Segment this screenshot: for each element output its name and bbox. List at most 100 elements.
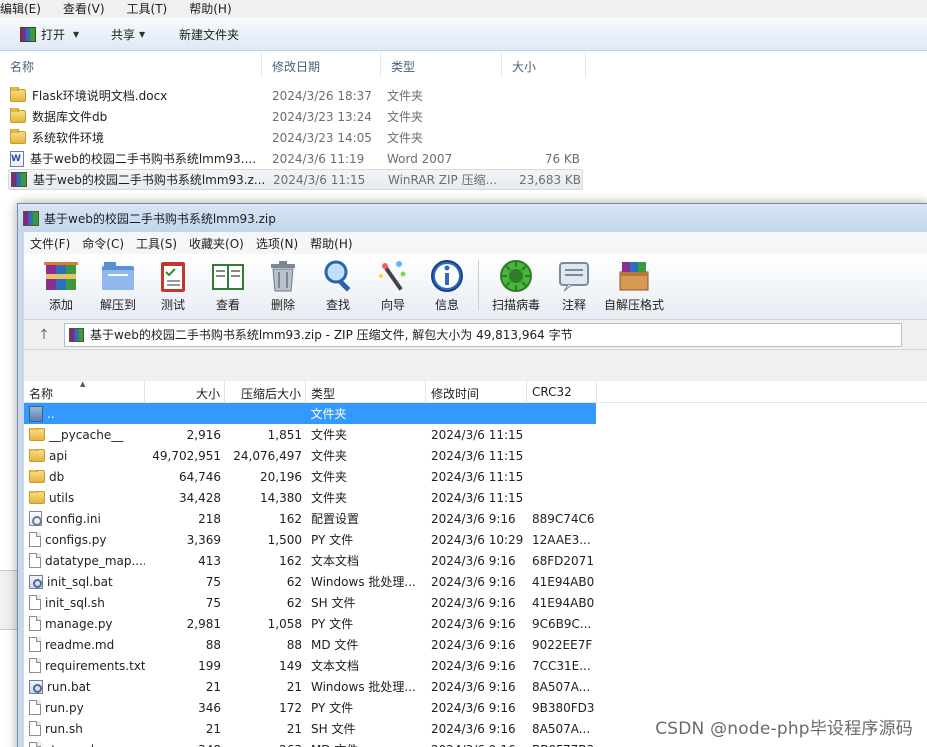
file-row[interactable]: 基于web的校园二手书购书系统lmm93.... 2024/3/6 11:19 … (8, 148, 583, 169)
file-icon (29, 595, 41, 610)
file-name: 基于web的校园二手书购书系统lmm93.... (30, 152, 257, 166)
archive-row[interactable]: api 49,702,951 24,076,497 文件夹 2024/3/6 11:15 (24, 445, 927, 466)
col-header-name-label: 名称 (29, 387, 54, 401)
col-header-date[interactable]: 修改日期 (262, 52, 381, 78)
col-header-type[interactable]: 类型 (381, 52, 502, 78)
col-header-type[interactable]: 类型 (306, 381, 426, 403)
archive-cell-size: 413 (198, 553, 221, 568)
archive-cell-crc32: BB0F77B3 (527, 743, 597, 747)
archive-file-name: manage.py (45, 616, 113, 631)
find-label: 查找 (325, 298, 350, 312)
archive-row[interactable]: init_sql.sh 75 62 SH 文件 2024/3/6 9:16 41E94AB… (24, 592, 927, 613)
file-row[interactable]: Flask环境说明文档.docx 2024/3/26 18:37 文件夹 (8, 85, 583, 106)
archive-row[interactable]: requirements.txt 199 149 文本文档 2024/3/6 9:16 7… (24, 655, 927, 676)
col-header-name[interactable]: 名称 ▲ (24, 380, 145, 403)
col-header-name[interactable]: 名称 (0, 52, 262, 78)
up-arrow-icon[interactable]: ↑ (24, 327, 64, 343)
archive-row[interactable]: readme.md 88 88 MD 文件 2024/3/6 9:16 9022EE7F (24, 634, 927, 655)
archive-cell-modified: 2024/3/6 11:15 (431, 469, 524, 484)
archive-row[interactable]: step.md 348263MD 文件2024/3/6 9:16BB0F77B3 (24, 739, 927, 747)
add-button[interactable]: 添加 (32, 258, 90, 314)
archive-cell-crc32: 9C6B9C... (532, 616, 592, 631)
archive-cell-packed-size: 162 (279, 511, 302, 526)
archive-cell-type: 文件夹 (310, 407, 347, 421)
file-type: WinRAR ZIP 压缩... (388, 173, 498, 187)
archive-cell-type: SH 文件 (311, 596, 356, 610)
wizard-button[interactable]: 向导 (366, 258, 420, 314)
archive-cell-packed-size: 88 (286, 637, 302, 652)
archive-row-selected[interactable]: .. 文件夹 (24, 403, 596, 424)
sfx-button[interactable]: 自解压格式 (601, 258, 667, 314)
winrar-menubar: 文件(F) 命令(C) 工具(S) 收藏夹(O) 选项(N) 帮助(H) (24, 232, 927, 254)
archive-cell-crc32: 12AAE3... (532, 532, 591, 547)
open-button[interactable]: 打开 ▼ (0, 23, 101, 47)
archive-cell-modified: 2024/3/6 9:16 (431, 721, 516, 736)
test-button[interactable]: 测试 (146, 258, 200, 314)
archive-row[interactable]: configs.py 3,369 1,500 PY 文件 2024/3/6 10:29 1… (24, 529, 927, 550)
archive-cell-packed-size: 21 (286, 721, 302, 736)
col-header-packed-size[interactable]: 压缩后大小 (225, 381, 306, 403)
explorer-column-header: 名称 修改日期 类型 大小 (0, 52, 586, 78)
col-header-size[interactable]: 大小 (502, 52, 586, 78)
winrar-zip-icon (69, 327, 84, 342)
archive-path-field[interactable]: 基于web的校园二手书购书系统lmm93.zip - ZIP 压缩文件, 解包大… (64, 322, 902, 347)
col-header-size[interactable]: 大小 (145, 381, 225, 403)
folder-icon (10, 87, 26, 102)
archive-row[interactable]: utils 34,428 14,380 文件夹 2024/3/6 11:15 (24, 487, 927, 508)
scan-virus-button[interactable]: 扫描病毒 (485, 258, 547, 314)
menu-favorites[interactable]: 收藏夹(O) (183, 235, 250, 252)
file-size: 76 KB (544, 151, 580, 166)
file-row[interactable]: 系统软件环境 2024/3/23 14:05 文件夹 (8, 127, 583, 148)
explorer-menu-tools[interactable]: 工具(T) (127, 0, 175, 18)
archive-cell-name: db (24, 469, 145, 484)
archive-cell-name: datatype_map.... (24, 553, 145, 568)
archive-cell-packed-size: 172 (279, 700, 302, 715)
file-date: 2024/3/6 11:15 (273, 172, 366, 187)
explorer-menu-view[interactable]: 查看(V) (63, 0, 112, 18)
menu-help[interactable]: 帮助(H) (304, 235, 358, 252)
col-header-modified[interactable]: 修改时间 (426, 381, 527, 403)
chevron-down-icon: ▼ (139, 30, 146, 39)
delete-button[interactable]: 删除 (256, 258, 310, 314)
menu-file[interactable]: 文件(F) (24, 235, 76, 252)
menu-options[interactable]: 选项(N) (250, 235, 304, 252)
view-button[interactable]: 查看 (200, 258, 256, 314)
archive-row[interactable]: manage.py 2,981 1,058 PY 文件 2024/3/6 9:16 9C6… (24, 613, 927, 634)
file-row-selected[interactable]: 基于web的校园二手书购书系统lmm93.z... 2024/3/6 11:15… (8, 169, 583, 190)
word-doc-icon (10, 150, 24, 167)
col-header-crc32[interactable]: CRC32 (527, 381, 597, 403)
archive-cell-name: run.py (24, 700, 145, 715)
share-button[interactable]: 共享 ▼ (101, 23, 171, 47)
find-button[interactable]: 查找 (310, 258, 366, 314)
explorer-menu-help[interactable]: 帮助(H) (189, 0, 238, 18)
archive-file-name: config.ini (46, 511, 101, 526)
archive-row[interactable]: init_sql.bat 75 62 Windows 批处理... 2024/3/6 9… (24, 571, 927, 592)
file-icon (29, 532, 41, 547)
extract-to-button[interactable]: 解压到 (90, 258, 146, 314)
archive-cell-modified: 2024/3/6 11:15 (431, 448, 524, 463)
folder-icon (29, 469, 45, 483)
folder-icon (29, 448, 45, 462)
archive-row[interactable]: __pycache__ 2,916 1,851 文件夹 2024/3/6 11:15 (24, 424, 927, 445)
winrar-icon (23, 210, 39, 226)
explorer-menu-edit[interactable]: 编辑(E) (0, 0, 48, 18)
archive-row[interactable]: datatype_map.... 413 162 文本文档 2024/3/6 9:16 6… (24, 550, 927, 571)
info-button[interactable]: 信息 (420, 258, 474, 314)
archive-cell-size: 348 (145, 743, 225, 747)
winrar-window: 基于web的校园二手书购书系统lmm93.zip 文件(F) 命令(C) 工具(… (17, 203, 927, 747)
menu-tools[interactable]: 工具(S) (130, 235, 183, 252)
winrar-titlebar[interactable]: 基于web的校园二手书购书系统lmm93.zip (18, 204, 927, 232)
menu-commands[interactable]: 命令(C) (76, 235, 130, 252)
comment-button[interactable]: 注释 (547, 258, 601, 314)
archive-row[interactable]: db 64,746 20,196 文件夹 2024/3/6 11:15 (24, 466, 927, 487)
new-folder-button[interactable]: 新建文件夹 (171, 23, 247, 47)
magnifier-icon (324, 260, 351, 292)
winrar-client: 文件(F) 命令(C) 工具(S) 收藏夹(O) 选项(N) 帮助(H) 添加 … (24, 232, 927, 747)
archive-row[interactable]: run.bat 21 21 Windows 批处理... 2024/3/6 9:16 8A… (24, 676, 927, 697)
file-icon (29, 553, 41, 568)
archive-cell-name: .. (24, 405, 145, 422)
file-row[interactable]: 数据库文件db 2024/3/23 13:24 文件夹 (8, 106, 583, 127)
chevron-down-icon: ▼ (73, 30, 80, 39)
archive-row[interactable]: config.ini 218 162 配置设置 2024/3/6 9:16 889C74C… (24, 508, 927, 529)
archive-cell-name: init_sql.bat (24, 574, 145, 589)
